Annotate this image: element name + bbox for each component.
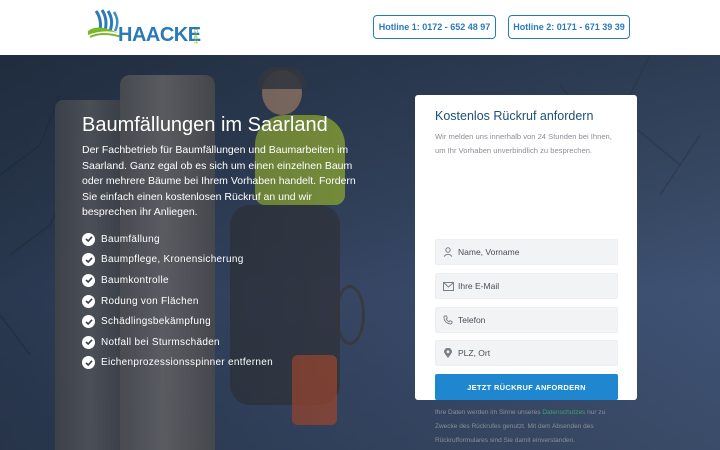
form-title: Kostenlos Rückruf anfordern bbox=[435, 109, 594, 123]
feature-item: Baumfällung bbox=[82, 229, 273, 250]
feature-item: Rodung von Flächen bbox=[82, 291, 273, 312]
site-header: HAACKE GmbH Hotline 1: 0172 - 652 48 97 … bbox=[0, 0, 720, 55]
city-input[interactable] bbox=[458, 348, 608, 358]
logo-subtext: GmbH bbox=[192, 29, 198, 44]
feature-label: Rodung von Flächen bbox=[101, 295, 199, 307]
feature-label: Eichenprozessionsspinner entfernen bbox=[101, 357, 273, 369]
privacy-notice: Ihre Daten werden im Sinne unseres Daten… bbox=[435, 406, 620, 448]
feature-item: Baumpflege, Kronensicherung bbox=[82, 250, 273, 271]
hero-description: Der Fachbetrieb für Baumfällungen und Ba… bbox=[82, 144, 356, 218]
logo[interactable]: HAACKE GmbH bbox=[88, 9, 203, 47]
name-input[interactable] bbox=[458, 247, 608, 257]
feature-label: Baumkontrolle bbox=[101, 274, 169, 286]
user-icon bbox=[442, 246, 454, 258]
email-field[interactable] bbox=[435, 273, 618, 299]
feature-item: Schädlingsbekämpfung bbox=[82, 311, 273, 332]
check-icon bbox=[82, 335, 95, 349]
privacy-link[interactable]: Datenschutzes bbox=[542, 409, 585, 416]
city-field[interactable] bbox=[435, 340, 618, 366]
feature-item: Baumkontrolle bbox=[82, 270, 273, 291]
phone-icon bbox=[442, 314, 454, 326]
hotline-1-button[interactable]: Hotline 1: 0172 - 652 48 97 bbox=[373, 15, 496, 39]
check-icon bbox=[82, 294, 95, 308]
feature-label: Baumpflege, Kronensicherung bbox=[101, 254, 244, 266]
feature-label: Baumfällung bbox=[101, 233, 160, 245]
feature-item: Notfall bei Sturmschäden bbox=[82, 332, 273, 353]
request-callback-button[interactable]: JETZT RÜCKRUF ANFORDERN bbox=[435, 374, 618, 400]
email-input[interactable] bbox=[458, 281, 608, 291]
check-icon bbox=[82, 253, 95, 267]
hero-title: Baumfällungen im Saarland bbox=[82, 114, 328, 136]
logo-text: HAACKE bbox=[118, 24, 201, 46]
privacy-text: Ihre Daten werden im Sinne unseres bbox=[435, 409, 543, 416]
feature-label: Schädlingsbekämpfung bbox=[101, 316, 211, 328]
hotline-2-button[interactable]: Hotline 2: 0171 - 671 39 39 bbox=[508, 15, 630, 39]
feature-list: Baumfällung Baumpflege, Kronensicherung … bbox=[82, 229, 273, 373]
name-field[interactable] bbox=[435, 239, 618, 265]
check-icon bbox=[82, 273, 95, 287]
check-icon bbox=[82, 232, 95, 246]
phone-input[interactable] bbox=[458, 315, 608, 325]
form-description: Wir melden uns innerhalb von 24 Stunden … bbox=[435, 132, 612, 155]
phone-field[interactable] bbox=[435, 307, 618, 333]
mail-icon bbox=[442, 280, 454, 292]
callback-form: Kostenlos Rückruf anfordern Wir melden u… bbox=[415, 95, 637, 400]
location-pin-icon bbox=[442, 347, 454, 359]
check-icon bbox=[82, 315, 95, 329]
check-icon bbox=[82, 356, 95, 370]
feature-item: Eichenprozessionsspinner entfernen bbox=[82, 353, 273, 374]
feature-label: Notfall bei Sturmschäden bbox=[101, 336, 220, 348]
